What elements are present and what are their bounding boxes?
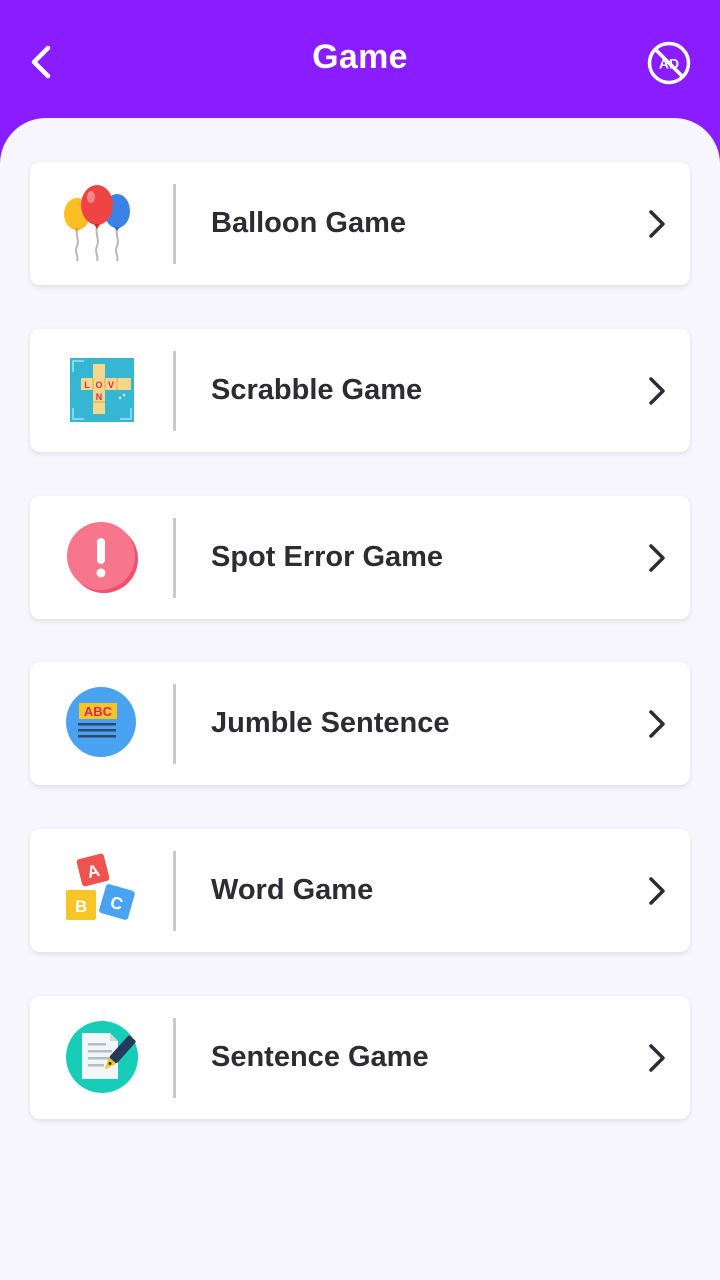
game-card-balloon[interactable]: Balloon Game (30, 162, 690, 285)
chevron-right-icon (649, 710, 665, 738)
divider (173, 351, 176, 431)
game-label: Scrabble Game (211, 374, 423, 406)
game-card-sentence[interactable]: Sentence Game (30, 996, 690, 1119)
game-label: Sentence Game (211, 1041, 429, 1073)
game-card-scrabble[interactable]: L O V N Scrabble Game (30, 329, 690, 452)
divider (173, 518, 176, 598)
game-card-spot-error[interactable]: Spot Error Game (30, 496, 690, 619)
tile-letter: L (84, 380, 90, 390)
game-label: Word Game (211, 874, 374, 906)
scrabble-board-icon: L O V N (70, 358, 134, 422)
no-ads-button[interactable]: AD (646, 40, 692, 86)
divider (173, 184, 176, 264)
alphabet-blocks-icon: A B C (66, 853, 135, 920)
balloons-icon (64, 185, 130, 262)
game-card-word[interactable]: A B C Word Game (30, 829, 690, 952)
document-pen-icon (66, 1021, 138, 1093)
game-label: Spot Error Game (211, 541, 444, 573)
divider (173, 851, 176, 931)
game-label: Jumble Sentence (211, 707, 450, 739)
block-letter: B (75, 897, 87, 916)
game-card-jumble-sentence[interactable]: ABC Jumble Sentence (30, 662, 690, 785)
tile-letter: V (108, 380, 114, 390)
game-label: Balloon Game (211, 207, 406, 239)
no-ads-icon: AD (647, 41, 691, 85)
divider (173, 684, 176, 764)
chevron-right-icon (649, 1044, 665, 1072)
tile-letter: O (95, 380, 102, 390)
page-title: Game (312, 38, 408, 76)
chevron-right-icon (649, 877, 665, 905)
tile-letter: N (96, 392, 103, 402)
chevron-right-icon (649, 544, 665, 572)
chevron-right-icon (649, 377, 665, 405)
abc-text: ABC (84, 704, 113, 719)
game-list: Balloon Game L O V N Scrabble Game Spot … (0, 118, 720, 1280)
abc-text-icon: ABC (66, 687, 136, 757)
divider (173, 1018, 176, 1098)
chevron-right-icon (649, 210, 665, 238)
exclamation-icon (67, 522, 138, 593)
